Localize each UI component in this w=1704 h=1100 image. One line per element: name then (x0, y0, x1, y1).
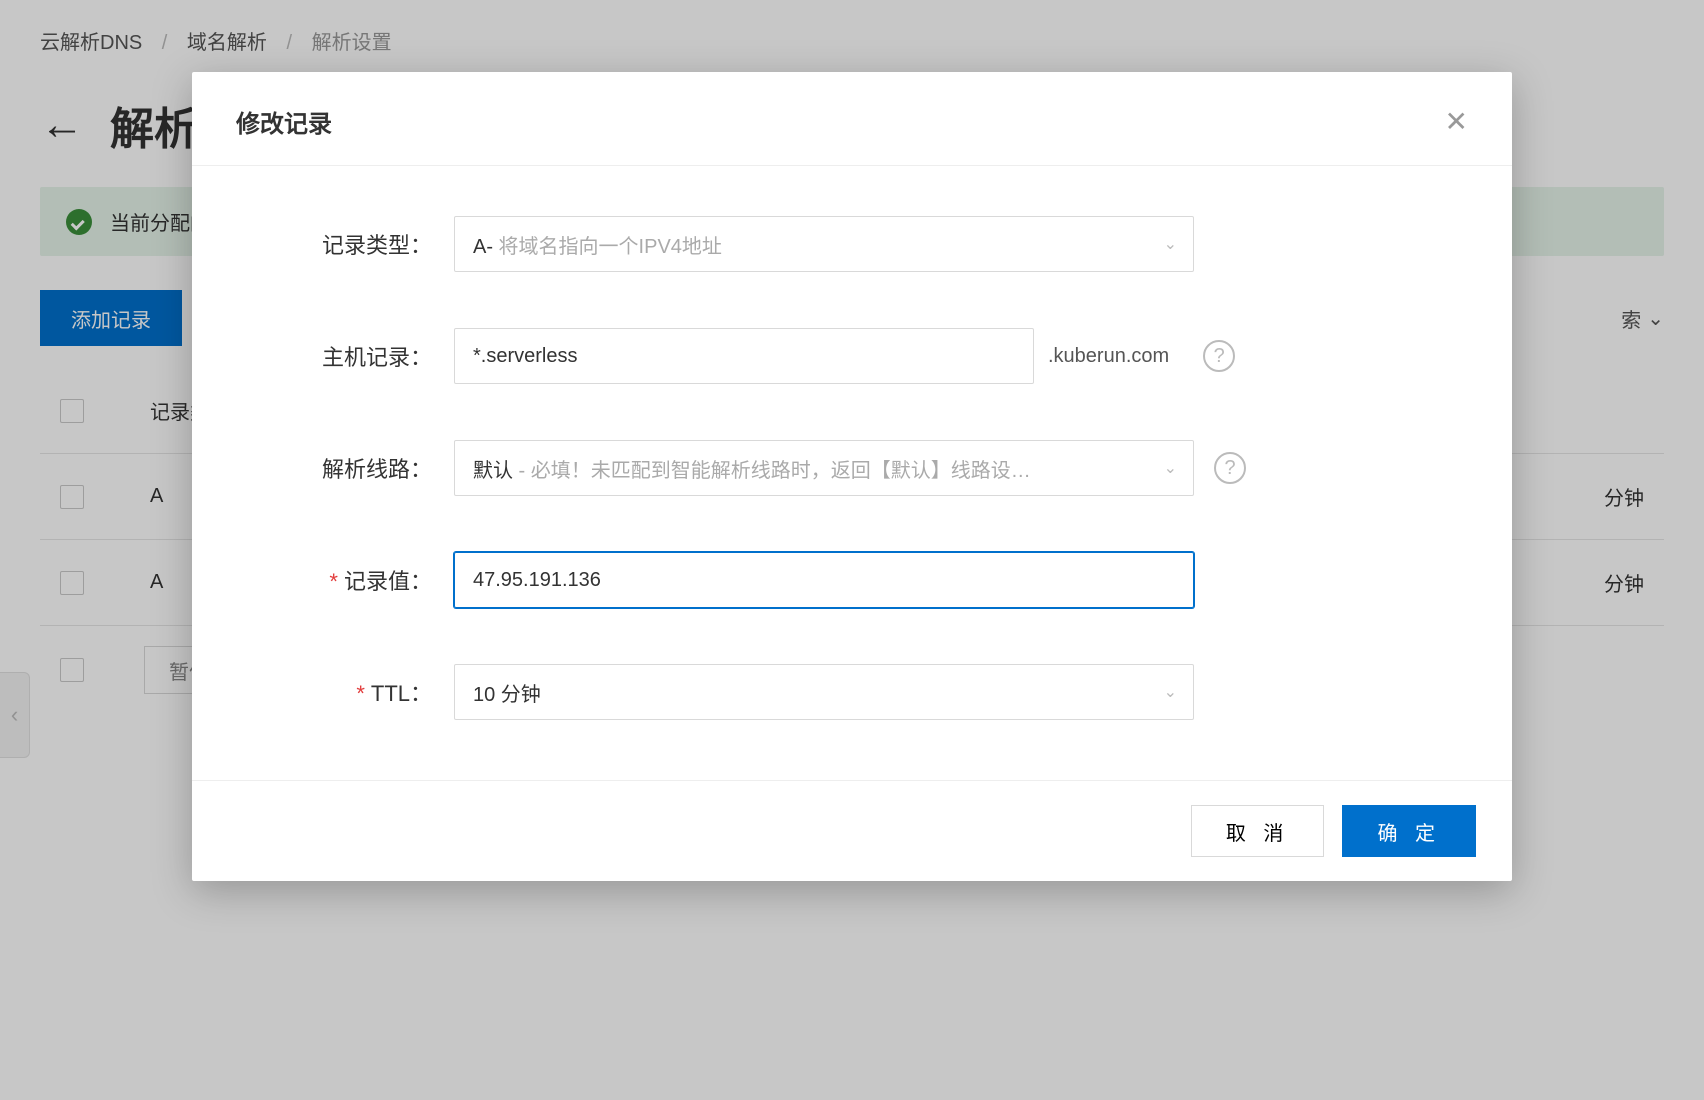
chevron-down-icon: ⌄ (1164, 682, 1177, 702)
host-suffix: .kuberun.com (1048, 345, 1169, 368)
modal-title: 修改记录 (236, 104, 332, 139)
modal-overlay: 修改记录 ✕ 记录类型： A- 将域名指向一个IPV4地址 ⌄ 主机记录： (0, 0, 1704, 1100)
edit-record-modal: 修改记录 ✕ 记录类型： A- 将域名指向一个IPV4地址 ⌄ 主机记录： (192, 72, 1512, 881)
chevron-down-icon: ⌄ (1164, 234, 1177, 254)
help-icon[interactable]: ? (1214, 452, 1246, 484)
label-resolution-line: 解析线路： (262, 452, 432, 484)
help-icon[interactable]: ? (1203, 340, 1235, 372)
ttl-select[interactable]: 10 分钟 ⌄ (454, 664, 1194, 720)
label-record-type: 记录类型： (262, 228, 432, 260)
resolution-line-select[interactable]: 默认 - 必填！未匹配到智能解析线路时，返回【默认】线路设… ⌄ (454, 440, 1194, 496)
chevron-down-icon: ⌄ (1164, 458, 1177, 478)
close-icon[interactable]: ✕ (1445, 108, 1468, 136)
host-record-input[interactable] (454, 328, 1034, 384)
label-host-record: 主机记录： (262, 340, 432, 372)
cancel-button[interactable]: 取 消 (1191, 805, 1325, 857)
label-record-value: *记录值： (262, 564, 432, 596)
label-ttl: *TTL： (262, 676, 432, 708)
record-value-input[interactable] (454, 552, 1194, 608)
confirm-button[interactable]: 确 定 (1342, 805, 1476, 857)
record-type-select[interactable]: A- 将域名指向一个IPV4地址 ⌄ (454, 216, 1194, 272)
